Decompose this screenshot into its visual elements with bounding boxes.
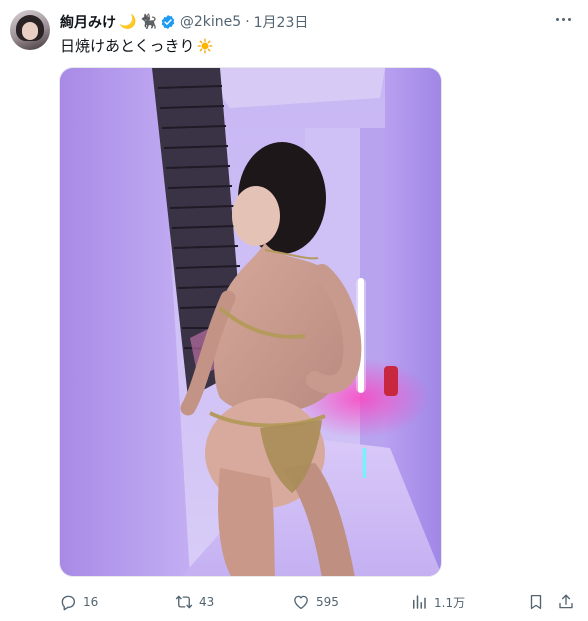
display-name[interactable]: 絢月みけ bbox=[60, 12, 116, 32]
heart-icon bbox=[294, 595, 308, 610]
tweet-text: 日焼けあとくっきり bbox=[60, 35, 213, 56]
avatar-face bbox=[22, 22, 38, 40]
verified-badge-icon bbox=[160, 14, 176, 30]
tweet-photo[interactable] bbox=[59, 67, 442, 577]
header-separator: · bbox=[245, 14, 250, 30]
reply-button[interactable]: 16 bbox=[59, 589, 98, 615]
tweet-date[interactable]: 1月23日 bbox=[254, 12, 309, 32]
tweet-text-body: 日焼けあとくっきり bbox=[60, 37, 195, 55]
more-options-icon[interactable] bbox=[552, 12, 574, 26]
share-button[interactable] bbox=[557, 589, 581, 615]
tweet-actions: 16 43 595 1.1万 bbox=[0, 589, 588, 615]
like-count: 595 bbox=[316, 595, 339, 609]
views-button[interactable]: 1.1万 bbox=[410, 589, 465, 615]
retweet-icon bbox=[175, 595, 193, 609]
views-count: 1.1万 bbox=[434, 595, 466, 610]
reply-icon bbox=[61, 595, 76, 611]
retweet-button[interactable]: 43 bbox=[175, 589, 214, 615]
user-handle[interactable]: @2kine5 bbox=[180, 14, 241, 30]
reply-count: 16 bbox=[83, 595, 99, 609]
share-icon bbox=[559, 594, 573, 609]
views-chart-icon bbox=[413, 595, 426, 609]
moon-emoji: 🌙 bbox=[119, 14, 137, 30]
bookmark-button[interactable] bbox=[527, 589, 551, 615]
black-cat-emoji: 🐈‍⬛ bbox=[139, 14, 157, 30]
avatar[interactable] bbox=[10, 10, 50, 50]
bookmark-icon bbox=[530, 594, 542, 610]
sun-icon bbox=[197, 38, 213, 53]
retweet-count: 43 bbox=[199, 595, 215, 609]
like-button[interactable]: 595 bbox=[292, 589, 339, 615]
tweet-header: 絢月みけ 🌙 🐈‍⬛ @2kine5 · 1月23日 bbox=[60, 11, 588, 33]
photo-image bbox=[60, 68, 441, 576]
